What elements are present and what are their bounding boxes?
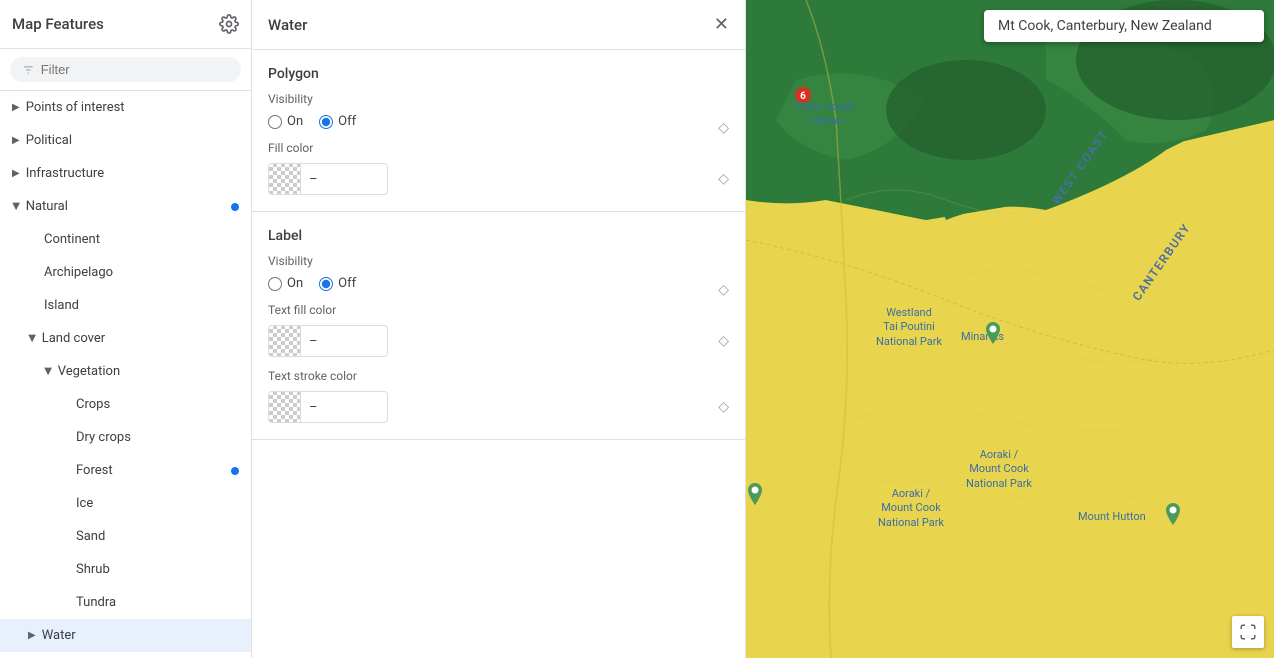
nav-label-infrastructure: Infrastructure [26,166,239,181]
nav-label-forest: Forest [76,463,231,478]
nav-arrow-infrastructure: ▶ [12,168,20,179]
nav-label-island: Island [44,298,239,313]
nav-label-political: Political [26,133,239,148]
left-panel: Map Features ▶ Points of interest ▶ Politic… [0,0,252,658]
mid-title: Water [268,16,307,34]
nav-item-forest[interactable]: Forest [0,454,251,487]
radio-group-polygon: On Off [268,114,356,129]
nav-arrow-points-of-interest: ▶ [12,102,20,113]
filter-input[interactable] [41,62,229,77]
nav-label-dry-crops: Dry crops [76,430,239,445]
middle-panel: Water ✕ Polygon Visibility On Off ◇ Fill… [252,0,746,658]
filter-bar [0,49,251,91]
diamond-icon-text-fill[interactable]: ◇ [718,333,729,349]
nav-item-points-of-interest[interactable]: ▶ Points of interest [0,91,251,124]
text-fill-color-label: Text fill color [268,303,729,317]
visibility-row-polygon: On Off ◇ [268,114,729,141]
nav-label-sand: Sand [76,529,239,544]
radio-group-label: On Off [268,276,356,291]
diamond-icon-polygon-vis[interactable]: ◇ [718,120,729,136]
map-panel[interactable]: 6 Mt Cook, Canterbury, New Zealand WEST … [746,0,1274,658]
nav-label-tundra: Tundra [76,595,239,610]
blue-dot-natural [231,203,239,211]
nav-label-ice: Ice [76,496,239,511]
nav-arrow-vegetation: ▶ [42,368,53,376]
nav-item-ice[interactable]: Ice [0,487,251,520]
nav-label-crops: Crops [76,397,239,412]
nav-list: ▶ Points of interest ▶ Political ▶ Infrastruc… [0,91,251,658]
nav-label-land-cover: Land cover [42,331,239,346]
nav-item-political[interactable]: ▶ Political [0,124,251,157]
nav-item-dry-crops[interactable]: Dry crops [0,421,251,454]
nav-item-natural[interactable]: ▶ Natural [0,190,251,223]
visibility-row-label: On Off ◇ [268,276,729,303]
nav-item-water[interactable]: ▶ Water [0,619,251,652]
mid-header: Water ✕ [252,0,745,50]
text-stroke-color-row: – ◇ [268,391,729,423]
fill-color-picker[interactable]: – [268,163,388,195]
radio-on-label[interactable]: On [268,276,303,291]
filter-icon [22,63,35,77]
map-background: 6 [746,0,1274,658]
nav-arrow-water: ▶ [28,630,36,641]
text-stroke-color-picker[interactable]: – [268,391,388,423]
visibility-label-polygon: Visibility [268,92,729,106]
label-section-title: Label [268,228,729,244]
radio-on-polygon[interactable]: On [268,114,303,129]
nav-label-points-of-interest: Points of interest [26,100,239,115]
nav-arrow-political: ▶ [12,135,20,146]
text-stroke-color-label: Text stroke color [268,369,729,383]
nav-item-sand[interactable]: Sand [0,520,251,553]
nav-label-continent: Continent [44,232,239,247]
panel-title: Map Features [12,15,104,33]
search-text: Mt Cook, Canterbury, New Zealand [998,18,1212,34]
polygon-section-title: Polygon [268,66,729,82]
search-bar[interactable]: Mt Cook, Canterbury, New Zealand [984,10,1264,42]
fullscreen-button[interactable] [1232,616,1264,648]
diamond-icon-fill-color[interactable]: ◇ [718,171,729,187]
text-fill-color-row: – ◇ [268,325,729,357]
diamond-icon-label-vis[interactable]: ◇ [718,282,729,298]
panel-header: Map Features [0,0,251,49]
text-fill-color-text: – [301,334,326,349]
nav-item-background[interactable]: Background [0,652,251,658]
polygon-section: Polygon Visibility On Off ◇ Fill color –… [252,50,745,212]
fill-color-swatch [269,163,301,195]
nav-label-water: Water [42,628,239,643]
nav-arrow-land-cover: ▶ [26,335,37,343]
text-stroke-color-text: – [301,400,326,415]
fill-color-row: – ◇ [268,163,729,195]
nav-label-archipelago: Archipelago [44,265,239,280]
blue-dot-forest [231,467,239,475]
nav-arrow-natural: ▶ [10,203,21,211]
fullscreen-icon [1239,623,1257,641]
nav-label-shrub: Shrub [76,562,239,577]
nav-item-infrastructure[interactable]: ▶ Infrastructure [0,157,251,190]
radio-off-label[interactable]: Off [319,276,356,291]
diamond-icon-text-stroke[interactable]: ◇ [718,399,729,415]
visibility-label-label: Visibility [268,254,729,268]
svg-text:6: 6 [800,91,806,102]
text-fill-color-swatch [269,325,301,357]
radio-off-polygon[interactable]: Off [319,114,356,129]
fill-color-text: – [301,172,326,187]
text-fill-color-picker[interactable]: – [268,325,388,357]
filter-input-wrap [10,57,241,82]
nav-label-natural: Natural [26,199,231,214]
fill-color-label: Fill color [268,141,729,155]
gear-icon[interactable] [219,14,239,34]
nav-item-tundra[interactable]: Tundra [0,586,251,619]
nav-item-archipelago[interactable]: Archipelago [0,256,251,289]
label-section: Label Visibility On Off ◇ Text fill colo… [252,212,745,440]
nav-item-continent[interactable]: Continent [0,223,251,256]
nav-label-vegetation: Vegetation [58,364,239,379]
nav-item-island[interactable]: Island [0,289,251,322]
nav-item-vegetation[interactable]: ▶ Vegetation [0,355,251,388]
nav-item-land-cover[interactable]: ▶ Land cover [0,322,251,355]
nav-item-crops[interactable]: Crops [0,388,251,421]
text-stroke-color-swatch [269,391,301,423]
nav-item-shrub[interactable]: Shrub [0,553,251,586]
close-icon[interactable]: ✕ [714,14,729,35]
